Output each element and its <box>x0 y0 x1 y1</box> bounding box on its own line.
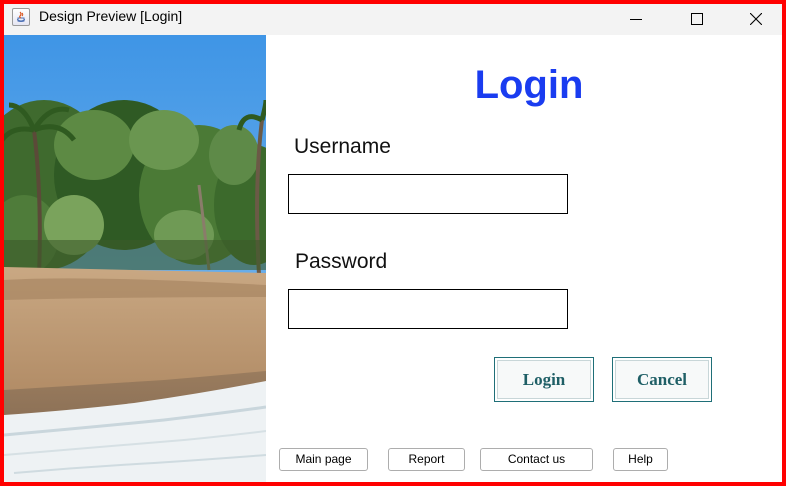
main-page-button[interactable]: Main page <box>279 448 368 471</box>
java-app-icon <box>12 8 30 26</box>
login-button[interactable]: Login <box>494 357 594 402</box>
minimize-button[interactable] <box>613 4 659 35</box>
password-label: Password <box>295 250 388 273</box>
report-button[interactable]: Report <box>388 448 465 471</box>
help-button[interactable]: Help <box>613 448 668 471</box>
username-label: Username <box>294 135 391 158</box>
close-icon <box>750 13 762 25</box>
title-bar[interactable]: Design Preview [Login] <box>4 4 782 35</box>
beach-photo <box>4 35 266 482</box>
close-button[interactable] <box>733 4 779 35</box>
maximize-button[interactable] <box>674 4 720 35</box>
app-window: Design Preview [Login] Login Username Pa… <box>0 0 786 486</box>
username-field[interactable] <box>288 174 568 214</box>
content-panel: Login Username Password Login Cancel Mai… <box>4 35 782 482</box>
cancel-button[interactable]: Cancel <box>612 357 712 402</box>
minimize-icon <box>630 19 642 20</box>
password-field[interactable] <box>288 289 568 329</box>
login-heading: Login <box>474 63 584 107</box>
window-title: Design Preview [Login] <box>39 8 183 24</box>
maximize-icon <box>691 13 703 25</box>
contact-us-button[interactable]: Contact us <box>480 448 593 471</box>
